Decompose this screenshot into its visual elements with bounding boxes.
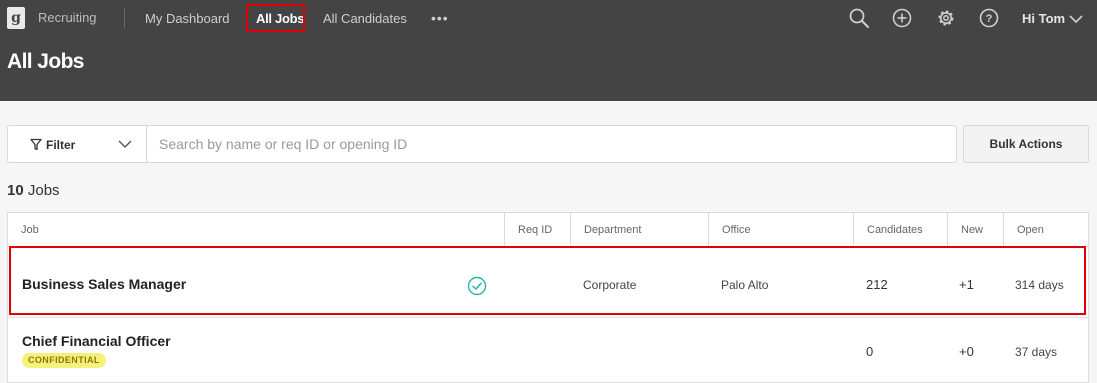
app-brand: Recruiting [38,10,97,25]
column-header-req-id[interactable]: Req ID [504,213,570,247]
jobs-count-number: 10 [7,182,24,199]
page-title: All Jobs [7,50,84,73]
top-nav: g Recruiting My Dashboard All Jobs All C… [0,0,1097,36]
bulk-actions-button[interactable]: Bulk Actions [963,125,1089,163]
column-header-candidates[interactable]: Candidates [853,213,947,247]
open-days-cell: 37 days [1015,345,1058,359]
filter-label: Filter [46,138,76,152]
candidates-cell[interactable]: 0 [866,344,873,359]
department-cell: Corporate [583,278,637,292]
job-title[interactable]: Business Sales Manager [22,276,186,292]
column-header-office[interactable]: Office [708,213,853,247]
top-header: g Recruiting My Dashboard All Jobs All C… [0,0,1097,101]
column-header-job[interactable]: Job [8,213,504,247]
open-days-cell: 314 days [1015,278,1064,292]
office-cell: Palo Alto [721,278,769,292]
gear-icon[interactable] [935,7,957,29]
new-cell[interactable]: +0 [959,344,974,359]
column-header-department[interactable]: Department [570,213,708,247]
more-icon[interactable]: ••• [431,10,449,26]
job-title[interactable]: Chief Financial Officer [22,333,171,349]
user-menu[interactable]: Hi Tom [1022,11,1083,26]
plus-circle-icon[interactable] [891,7,913,29]
chevron-down-icon [1069,15,1083,24]
search-icon[interactable] [848,7,870,29]
nav-link-my-dashboard[interactable]: My Dashboard [145,11,230,26]
chevron-down-icon [118,140,132,148]
filter-button[interactable]: Filter [7,125,146,163]
jobs-count: 10 Jobs [7,182,60,199]
help-icon[interactable]: ? [978,7,1000,29]
jobs-table: Job Req ID Department Office Candidates … [7,212,1089,383]
jobs-count-label: Jobs [27,182,60,199]
filter-icon [30,138,42,151]
table-header: Job Req ID Department Office Candidates … [8,213,1088,247]
column-header-open[interactable]: Open [1003,213,1088,247]
svg-text:?: ? [986,13,993,25]
search-input[interactable] [146,125,957,163]
nav-link-all-candidates[interactable]: All Candidates [323,11,407,26]
new-cell[interactable]: +1 [959,277,974,292]
table-row[interactable]: Chief Financial Officer CONFIDENTIAL 0 +… [8,319,1088,383]
confidential-badge: CONFIDENTIAL [22,353,106,368]
candidates-cell[interactable]: 212 [866,277,888,292]
app-logo[interactable]: g [7,7,25,29]
nav-divider [124,8,125,28]
greeting-label: Hi Tom [1022,11,1066,26]
table-row[interactable]: Business Sales Manager Corporate Palo Al… [8,248,1088,318]
check-circle-icon [467,276,487,296]
active-nav-highlight [246,4,305,32]
column-header-new[interactable]: New [947,213,1003,247]
